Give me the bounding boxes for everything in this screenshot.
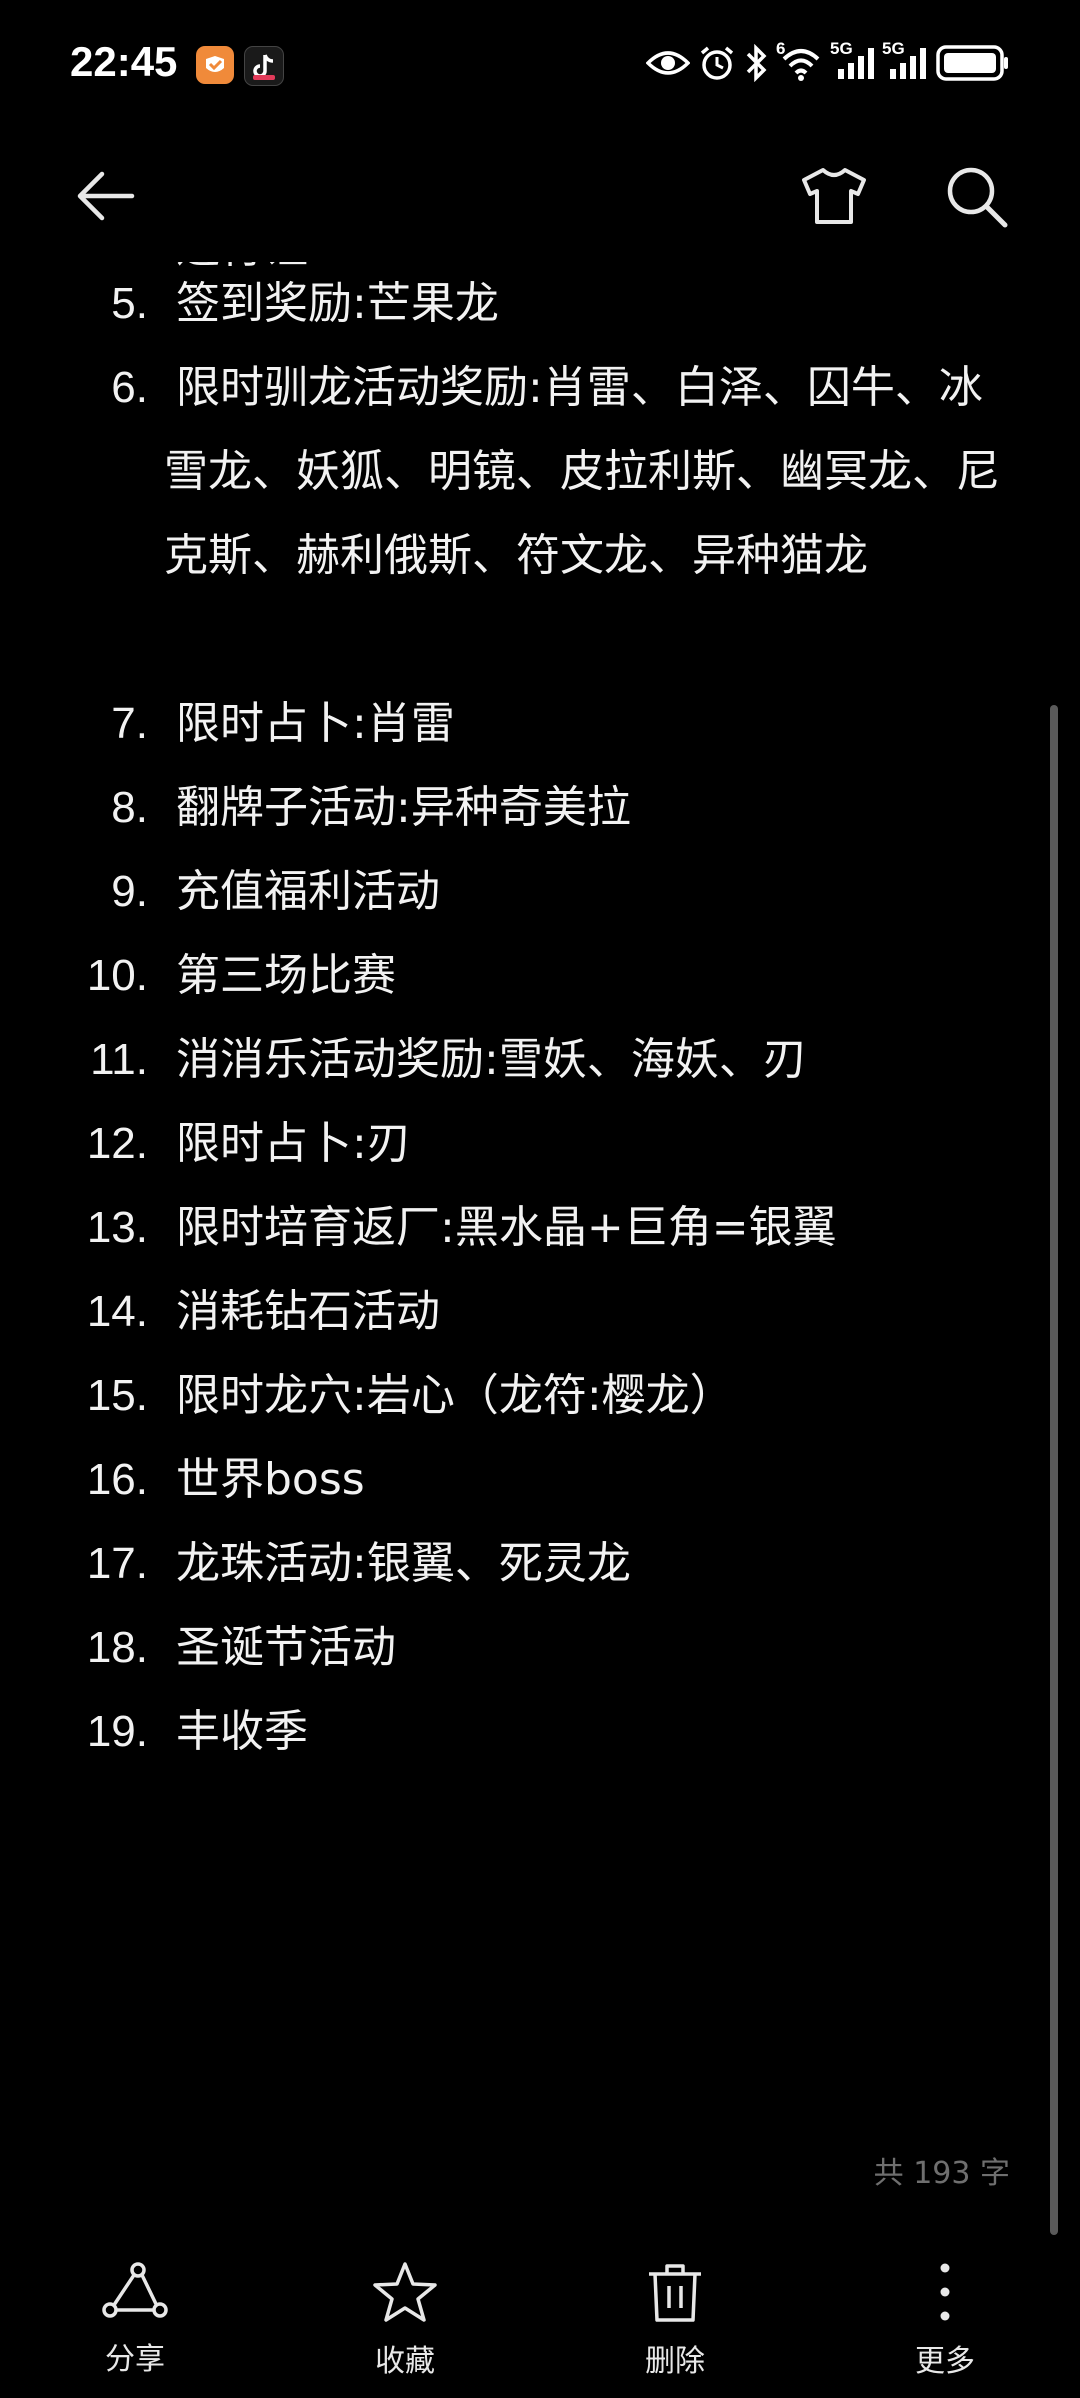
list-text: 充值福利活动 bbox=[176, 866, 440, 917]
status-bar: 22:45 6 5G 5G bbox=[0, 0, 1080, 130]
list-text: 世界boss bbox=[176, 1454, 365, 1505]
note-content[interactable]: 4. 通行证 5. 签到奖励:芒果龙 6. 限时驯龙活动奖励:肖雷、白泽、囚牛、… bbox=[0, 262, 1080, 2222]
list-number: 8. bbox=[111, 783, 148, 832]
battery-icon bbox=[936, 45, 1008, 81]
notification-app-icon bbox=[196, 46, 234, 84]
list-number: 14. bbox=[86, 1287, 148, 1336]
eye-icon bbox=[646, 51, 690, 75]
list-number: 19. bbox=[86, 1707, 148, 1756]
more-label: 更多 bbox=[915, 2344, 975, 2379]
list-number: 18. bbox=[86, 1623, 148, 1672]
scrollbar[interactable] bbox=[1050, 705, 1058, 2235]
top-app-bar bbox=[0, 130, 1080, 260]
list-number: 7. bbox=[111, 699, 148, 748]
bluetooth-icon bbox=[746, 44, 767, 82]
list-number: 5. bbox=[111, 279, 148, 328]
star-icon bbox=[373, 2262, 437, 2322]
share-icon bbox=[102, 2262, 168, 2318]
bottom-action-bar: 分享 收藏 删除 更多 bbox=[0, 2250, 1080, 2398]
list-text: 丰收季 bbox=[176, 1706, 308, 1757]
arrow-left-icon bbox=[77, 171, 135, 221]
list-text: 限时占卜:肖雷 bbox=[176, 698, 455, 749]
signal-label-1: 5G bbox=[830, 39, 853, 58]
list-text: 限时占卜:刃 bbox=[176, 1118, 411, 1169]
list-text: 第三场比赛 bbox=[176, 950, 396, 1001]
list-number: 13. bbox=[86, 1203, 148, 1252]
search-icon bbox=[947, 167, 1008, 228]
theme-button[interactable] bbox=[794, 156, 874, 236]
list-text: 龙珠活动:银翼、死灵龙 bbox=[176, 1538, 631, 1589]
more-button[interactable]: 更多 bbox=[865, 2260, 1025, 2390]
list-number: 9. bbox=[111, 867, 148, 916]
list-text: 圣诞节活动 bbox=[176, 1622, 396, 1673]
favorite-label: 收藏 bbox=[375, 2344, 435, 2379]
delete-button[interactable]: 删除 bbox=[595, 2260, 755, 2390]
list-number: 6. bbox=[111, 363, 148, 412]
list-number: 12. bbox=[86, 1119, 148, 1168]
favorite-button[interactable]: 收藏 bbox=[325, 2260, 485, 2390]
cellular-indicator-2: 5G bbox=[882, 39, 928, 81]
trash-icon bbox=[649, 2264, 701, 2322]
search-button[interactable] bbox=[936, 156, 1016, 236]
more-vertical-icon bbox=[940, 2263, 950, 2321]
list-text: 限时龙穴:岩心（龙符:樱龙） bbox=[176, 1370, 734, 1421]
list-text: 消耗钻石活动 bbox=[176, 1286, 440, 1337]
wifi-label: 6 bbox=[776, 39, 786, 58]
share-button[interactable]: 分享 bbox=[55, 2260, 215, 2390]
list-text: 签到奖励:芒果龙 bbox=[176, 278, 499, 329]
status-icons: 6 5G 5G bbox=[646, 39, 1010, 82]
list-text: 限时驯龙活动奖励:肖雷、白泽、囚牛、冰雪龙、妖狐、明镜、皮拉利斯、幽冥龙、尼克斯… bbox=[164, 362, 1000, 581]
tshirt-icon bbox=[802, 168, 866, 224]
share-label: 分享 bbox=[105, 2342, 165, 2377]
tiktok-app-icon bbox=[244, 46, 284, 86]
list-text: 消消乐活动奖励:雪妖、海妖、刃 bbox=[176, 1034, 807, 1085]
cellular-indicator-1: 5G bbox=[830, 39, 876, 81]
back-button[interactable] bbox=[66, 156, 146, 236]
alarm-icon bbox=[700, 46, 734, 80]
list-number: 11. bbox=[90, 1035, 148, 1084]
signal-label-2: 5G bbox=[882, 39, 905, 58]
list-text: 限时培育返厂:黑水晶+巨角=银翼 bbox=[176, 1202, 837, 1253]
list-number: 17. bbox=[86, 1539, 148, 1588]
wifi-indicator: 6 bbox=[776, 39, 824, 81]
list-number: 10. bbox=[86, 951, 148, 1000]
list-number: 15. bbox=[86, 1371, 148, 1420]
status-time: 22:45 bbox=[70, 38, 178, 85]
list-number: 16. bbox=[86, 1455, 148, 1504]
list-text: 翻牌子活动:异种奇美拉 bbox=[176, 782, 631, 833]
word-count: 共 193 字 bbox=[873, 2156, 1010, 2191]
delete-label: 删除 bbox=[645, 2344, 705, 2379]
